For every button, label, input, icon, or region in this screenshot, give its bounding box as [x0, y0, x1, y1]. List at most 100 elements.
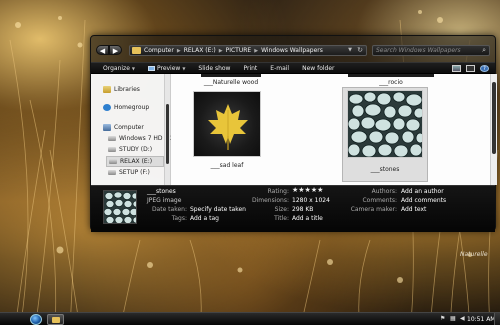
breadcrumb-separator-icon[interactable]: ▶: [254, 48, 258, 54]
taskbar: ⚑ ▦ ◀ 10:51 AM: [0, 312, 500, 325]
authors-label: Authors:: [371, 188, 397, 195]
flag-icon[interactable]: ⚑: [440, 316, 446, 322]
nav-item-drive-f[interactable]: SETUP (F:): [108, 169, 150, 176]
rating-stars-icon[interactable]: ★★★★★: [292, 186, 323, 194]
file-list-scroll-thumb[interactable]: [492, 82, 496, 154]
nav-item-drive-e[interactable]: RELAX (E:): [106, 156, 164, 167]
homegroup-icon: [103, 104, 111, 111]
nav-item-libraries[interactable]: Libraries: [103, 86, 140, 93]
nav-scroll-thumb[interactable]: [166, 104, 169, 164]
file-label-sad-leaf[interactable]: ___sad leaf: [193, 162, 261, 169]
title-label: Title:: [274, 215, 289, 222]
network-icon[interactable]: ▦: [450, 316, 456, 322]
email-label: E-mail: [270, 64, 290, 72]
file-label-stones[interactable]: ___stones: [342, 166, 428, 173]
clock[interactable]: 10:51 AM: [467, 316, 495, 323]
file-list-scrollbar[interactable]: [490, 74, 497, 185]
computer-icon: [103, 124, 111, 131]
dimensions-value: 1280 x 1024: [292, 197, 330, 204]
details-thumbnail: [103, 190, 137, 224]
organize-label: Organize: [103, 64, 130, 72]
start-button[interactable]: [30, 314, 42, 325]
folder-icon: [132, 47, 141, 54]
command-bar: Organize ▼ Preview ▼ Slide show Print E-…: [91, 62, 495, 74]
stones-icon: [104, 191, 136, 223]
leaf-icon: [208, 104, 248, 150]
search-icon[interactable]: ⌕: [482, 46, 486, 55]
navigation-pane: Libraries Homegroup Computer Windows 7 H…: [91, 74, 175, 185]
rating-label: Rating:: [267, 188, 289, 195]
nav-label-drive-d: STUDY (D:): [119, 146, 153, 153]
breadcrumb-relax[interactable]: RELAX (E:): [184, 47, 216, 54]
stones-icon: [348, 91, 422, 157]
nav-item-drive-d[interactable]: STUDY (D:): [108, 146, 152, 153]
volume-icon[interactable]: ◀: [460, 316, 466, 322]
hard-drive-icon: [109, 159, 117, 164]
comments-label: Comments:: [362, 197, 397, 204]
preview-icon: [147, 65, 155, 71]
show-desktop-button[interactable]: [494, 313, 500, 325]
preview-pane-icon[interactable]: [466, 65, 475, 72]
nav-item-computer[interactable]: Computer: [103, 124, 144, 131]
title-bar: ◀ ▶ Computer ▶ RELAX (E:) ▶ PICTURE ▶ Wi…: [91, 36, 495, 62]
breadcrumb-separator-icon[interactable]: ▶: [219, 48, 223, 54]
size-label: Size:: [274, 206, 289, 213]
file-label[interactable]: ___Naturelle wood: [201, 79, 261, 86]
hard-drive-icon: [108, 136, 116, 141]
forward-button[interactable]: ▶: [109, 45, 122, 55]
thumbnail-edge: [348, 74, 434, 77]
chevron-down-icon: ▼: [182, 65, 186, 71]
tags-label: Tags:: [171, 215, 187, 222]
dimensions-label: Dimensions:: [251, 197, 289, 204]
camera-maker-value[interactable]: Add text: [401, 206, 426, 213]
nav-buttons: ◀ ▶: [96, 45, 122, 55]
tags-value[interactable]: Add a tag: [190, 215, 219, 222]
nav-label-libraries: Libraries: [114, 86, 140, 93]
slideshow-button[interactable]: Slide show: [198, 65, 230, 72]
wallpaper-watermark: Naturelle: [460, 251, 488, 258]
folder-icon: [52, 317, 60, 323]
authors-value[interactable]: Add an author: [401, 188, 444, 195]
chevron-down-icon: ▼: [131, 65, 135, 71]
slideshow-label: Slide show: [198, 64, 231, 72]
date-taken-value[interactable]: Specify date taken: [190, 206, 246, 213]
system-tray: ⚑ ▦ ◀: [440, 316, 466, 322]
file-thumbnail-stones[interactable]: [347, 90, 423, 158]
nav-scrollbar[interactable]: [164, 74, 170, 185]
print-button[interactable]: Print: [243, 65, 257, 72]
breadcrumb-picture[interactable]: PICTURE: [226, 47, 252, 54]
nav-label-drive-e: RELAX (E:): [120, 158, 153, 165]
breadcrumb-separator-icon[interactable]: ▶: [177, 48, 181, 54]
hard-drive-icon: [108, 170, 116, 175]
new-folder-button[interactable]: New folder: [302, 65, 334, 72]
thumbnail-edge: [201, 74, 261, 77]
address-dropdown-icon[interactable]: ▼: [348, 47, 352, 53]
search-input[interactable]: Search Windows Wallpapers ⌕: [372, 45, 490, 56]
title-value[interactable]: Add a title: [292, 215, 323, 222]
refresh-icon[interactable]: ↻: [357, 46, 363, 54]
nav-label-homegroup: Homegroup: [114, 104, 150, 111]
preview-button[interactable]: Preview ▼: [147, 64, 186, 72]
file-thumbnail-sad-leaf[interactable]: [193, 91, 261, 157]
taskbar-explorer-button[interactable]: [47, 314, 64, 325]
email-button[interactable]: E-mail: [270, 65, 289, 72]
nav-label-drive-f: SETUP (F:): [119, 169, 150, 176]
file-list: ___Naturelle wood ___rocio ___sad leaf _…: [171, 74, 497, 185]
address-bar[interactable]: Computer ▶ RELAX (E:) ▶ PICTURE ▶ Window…: [129, 45, 367, 56]
new-folder-label: New folder: [302, 64, 335, 72]
file-label[interactable]: ___rocio: [348, 79, 434, 86]
details-file-name: ___stones: [147, 188, 176, 195]
preview-label: Preview: [156, 64, 181, 72]
comments-value[interactable]: Add comments: [401, 197, 446, 204]
nav-item-homegroup[interactable]: Homegroup: [103, 104, 149, 111]
help-icon[interactable]: ?: [480, 65, 489, 72]
details-file-type: JPEG image: [147, 197, 182, 204]
organize-button[interactable]: Organize ▼: [103, 65, 135, 72]
back-button[interactable]: ◀: [96, 45, 109, 55]
change-view-icon[interactable]: [452, 65, 461, 72]
details-pane: ___stones JPEG image Date taken: Specify…: [91, 185, 495, 232]
size-value: 298 KB: [292, 206, 314, 213]
libraries-icon: [103, 86, 111, 93]
breadcrumb-computer[interactable]: Computer: [144, 47, 174, 54]
breadcrumb-wallpapers[interactable]: Windows Wallpapers: [261, 47, 323, 54]
